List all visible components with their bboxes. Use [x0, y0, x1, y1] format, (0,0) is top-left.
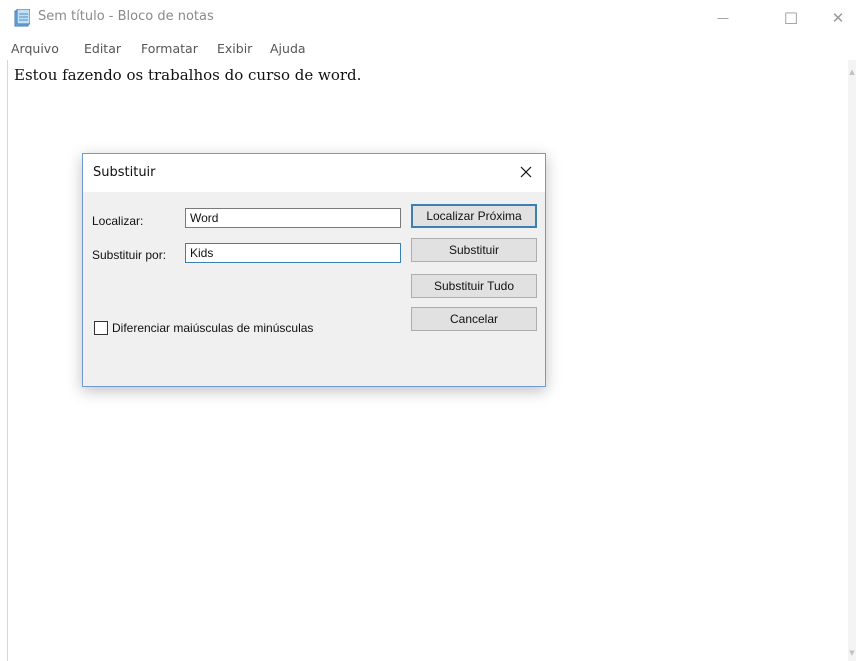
scroll-up-icon[interactable]: ▲	[848, 68, 856, 76]
match-case-label[interactable]: Diferenciar maiúsculas de minúsculas	[112, 321, 313, 335]
window-title: Sem título - Bloco de notas	[38, 9, 214, 24]
replace-all-button[interactable]: Substituir Tudo	[411, 274, 537, 298]
menu-arquivo[interactable]: Arquivo	[11, 41, 59, 56]
replace-input[interactable]: Kids	[185, 243, 401, 263]
find-input[interactable]: Word	[185, 208, 401, 228]
maximize-button[interactable]: ☐	[768, 0, 814, 36]
replace-button[interactable]: Substituir	[411, 238, 537, 262]
menu-formatar[interactable]: Formatar	[141, 41, 198, 56]
editor-content: Estou fazendo os trabalhos do curso de w…	[14, 66, 362, 84]
minimize-icon: —	[717, 11, 729, 25]
replace-dialog: Substituir Localizar: Word Substituir po…	[82, 153, 546, 387]
notepad-icon	[14, 9, 30, 27]
menu-exibir[interactable]: Exibir	[217, 41, 252, 56]
find-label: Localizar:	[92, 214, 144, 228]
scroll-down-icon[interactable]: ▼	[848, 649, 856, 657]
replace-label: Substituir por:	[92, 248, 167, 262]
menu-bar: Arquivo Editar Formatar Exibir Ajuda	[0, 38, 856, 60]
menu-editar[interactable]: Editar	[84, 41, 121, 56]
menu-ajuda[interactable]: Ajuda	[270, 41, 306, 56]
dialog-title-bar: Substituir	[83, 154, 545, 192]
maximize-icon: ☐	[783, 8, 799, 28]
close-window-button[interactable]: ✕	[820, 0, 856, 36]
close-icon: ✕	[831, 9, 845, 27]
minimize-button[interactable]: —	[700, 0, 746, 36]
match-case-checkbox[interactable]	[94, 321, 108, 335]
find-next-button[interactable]: Localizar Próxima	[411, 204, 537, 228]
close-icon	[520, 166, 532, 178]
dialog-close-button[interactable]	[513, 158, 539, 186]
title-bar: Sem título - Bloco de notas — ☐ ✕	[0, 0, 856, 38]
vertical-scrollbar[interactable]: ▲ ▼	[848, 60, 856, 661]
cancel-button[interactable]: Cancelar	[411, 307, 537, 331]
dialog-title: Substituir	[93, 165, 156, 180]
